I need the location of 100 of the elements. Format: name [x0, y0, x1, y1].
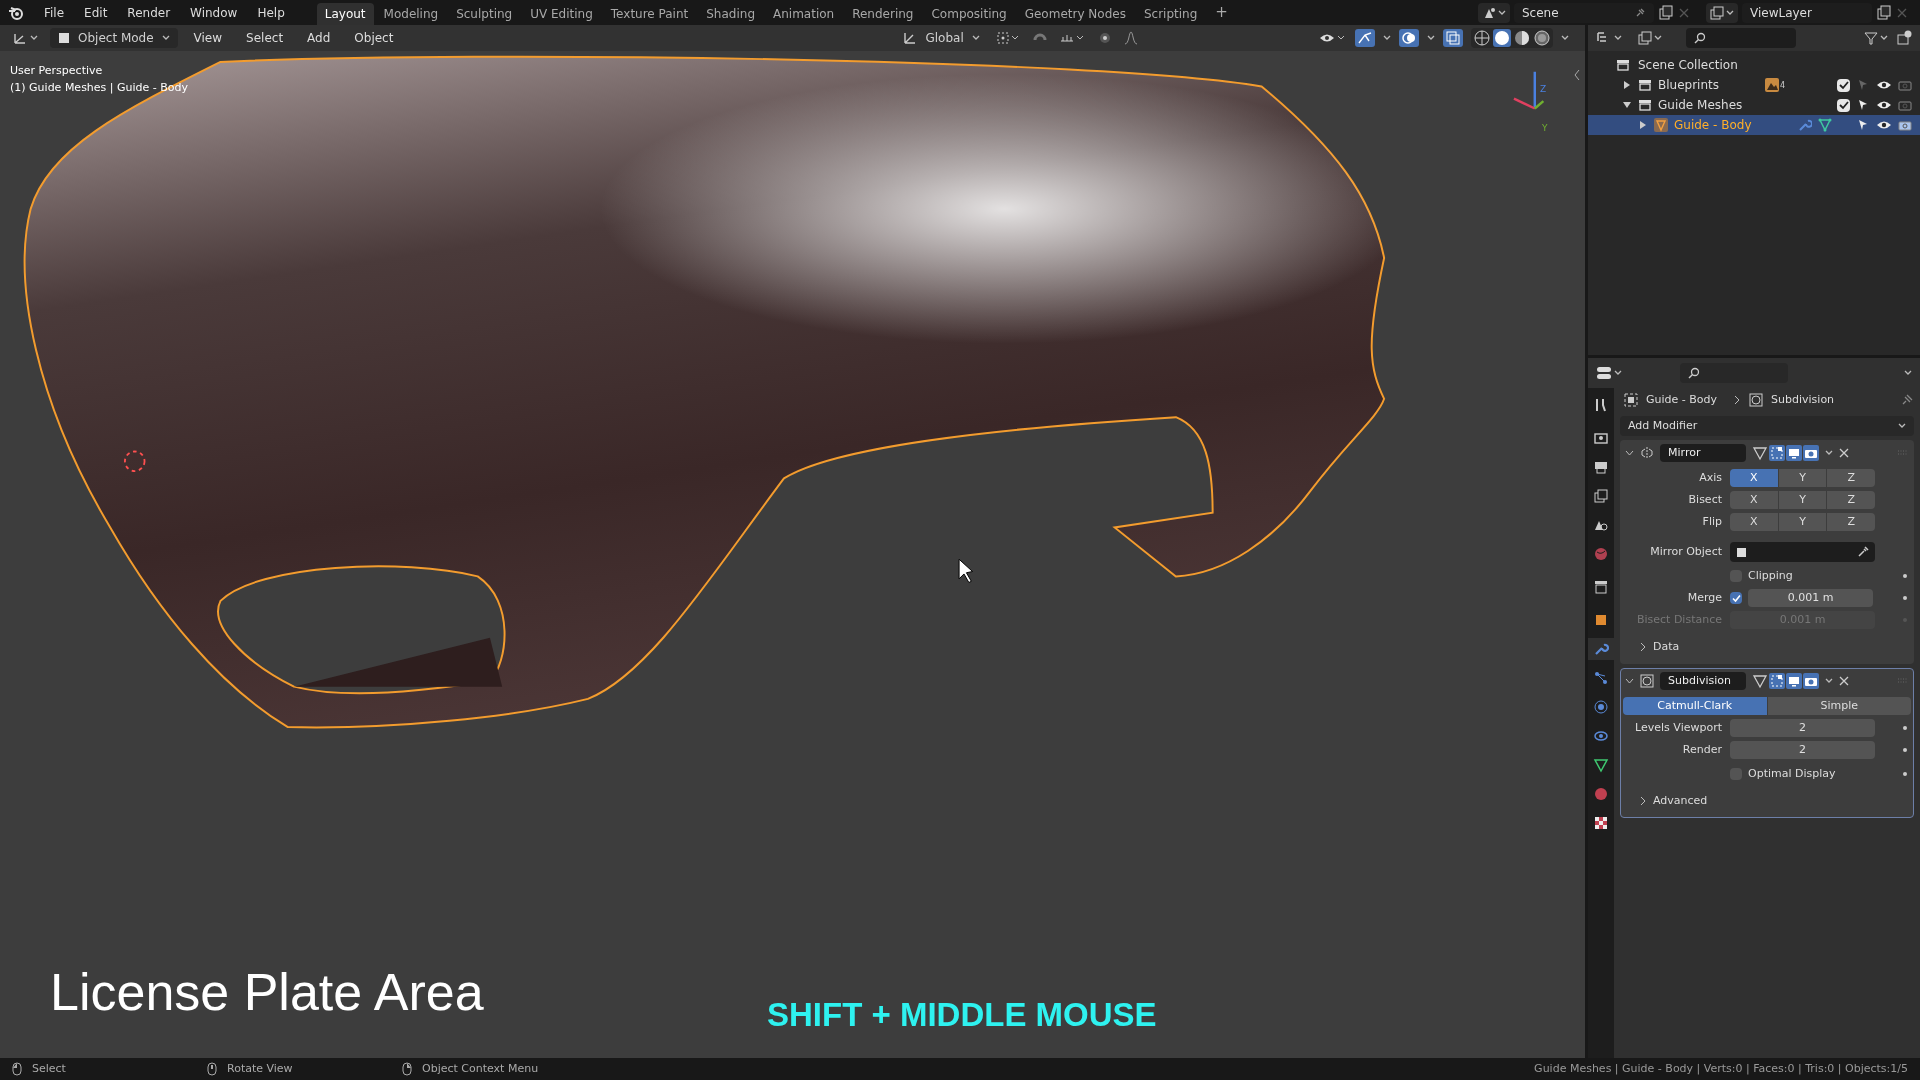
menu-item[interactable]: File — [36, 1, 73, 24]
number-field[interactable]: 2 — [1730, 741, 1875, 759]
viewport-toggle-icon[interactable] — [1786, 673, 1802, 689]
options-button[interactable] — [1904, 370, 1912, 376]
axis-toggle-button[interactable]: X — [1730, 491, 1778, 509]
menu-item[interactable]: Render — [119, 1, 179, 24]
edit-mode-toggle-icon[interactable] — [1752, 445, 1768, 461]
axis-toggle-button[interactable]: Z — [1827, 469, 1875, 487]
exclude-checkbox[interactable] — [1837, 98, 1850, 112]
merge-distance-field[interactable]: 0.001 m — [1748, 589, 1873, 607]
rendered-shading-icon[interactable] — [1533, 29, 1551, 47]
collapsed-arrow-icon[interactable] — [1622, 80, 1632, 90]
solid-shading-icon[interactable] — [1493, 29, 1511, 47]
object-mode-dropdown[interactable]: Object Mode — [50, 28, 178, 48]
menu-item[interactable]: Add — [299, 29, 339, 47]
subpanel-header[interactable]: Data — [1621, 637, 1913, 657]
wireframe-shading-icon[interactable] — [1473, 29, 1491, 47]
exclude-checkbox[interactable] — [1837, 78, 1850, 92]
options-dropdown[interactable] — [1825, 678, 1833, 684]
options-dropdown[interactable] — [1825, 450, 1833, 456]
pivot-icon[interactable] — [995, 31, 1020, 45]
image-stack-icon[interactable] — [1593, 488, 1609, 504]
constraint-icon[interactable] — [1593, 728, 1609, 744]
caret-icon[interactable] — [1427, 35, 1435, 41]
transform-orientation-dropdown[interactable]: Global — [899, 29, 984, 47]
caret-icon[interactable] — [1880, 35, 1888, 41]
workspace-tab[interactable]: Modeling — [375, 3, 447, 25]
render-toggle-icon[interactable] — [1803, 673, 1819, 689]
expanded-chevron-icon[interactable] — [1625, 676, 1634, 686]
axis-toggle-button[interactable]: Z — [1827, 513, 1875, 531]
axis-toggle-button[interactable]: Z — [1827, 491, 1875, 509]
number-field[interactable]: 2 — [1730, 719, 1875, 737]
axis-toggle-button[interactable]: X — [1730, 513, 1778, 531]
axis-toggle-button[interactable]: Y — [1778, 513, 1827, 531]
expanded-arrow-icon[interactable] — [1622, 100, 1632, 110]
gizmo-toggle-icon[interactable] — [1355, 29, 1375, 47]
view-layer-name-field[interactable]: ViewLayer — [1742, 2, 1872, 23]
caret-icon[interactable] — [1561, 35, 1569, 41]
workspace-tab[interactable]: Geometry Nodes — [1016, 3, 1134, 25]
viewport-toggle-icon[interactable] — [1786, 445, 1802, 461]
wrench-icon[interactable] — [1593, 641, 1609, 657]
filter-button[interactable] — [1864, 31, 1888, 45]
workspace-tab[interactable]: Texture Paint — [602, 3, 697, 25]
editor-type-button[interactable] — [1596, 366, 1622, 380]
breadcrumb-item[interactable]: Subdivision — [1771, 391, 1835, 409]
breadcrumb-item[interactable]: Guide - Body — [1646, 391, 1718, 409]
xray-toggle-icon[interactable] — [1443, 29, 1463, 47]
workspace-tab[interactable]: UV Editing — [522, 3, 601, 25]
edit-mode-toggle-icon[interactable] — [1752, 673, 1768, 689]
subpanel-header[interactable]: Advanced — [1621, 791, 1913, 811]
search-field[interactable] — [1680, 363, 1788, 383]
modifier-name-field[interactable]: Mirror — [1660, 444, 1746, 462]
pin-icon[interactable] — [1634, 6, 1646, 19]
caret-icon[interactable] — [1614, 35, 1622, 41]
render-toggle-icon[interactable] — [1803, 445, 1819, 461]
caret-icon[interactable] — [1614, 370, 1622, 376]
camera-icon[interactable] — [1898, 118, 1912, 132]
menu-item[interactable]: Select — [238, 29, 292, 47]
workspace-tab[interactable]: Sculpting — [448, 3, 521, 25]
workspace-tab[interactable]: Animation — [765, 3, 843, 25]
render-icon[interactable] — [1593, 430, 1609, 446]
menu-item[interactable]: Object — [346, 29, 402, 47]
collection-box-icon[interactable] — [1593, 579, 1609, 595]
cage-toggle-icon[interactable] — [1769, 673, 1785, 689]
caret-icon[interactable] — [1726, 9, 1734, 16]
caret-icon[interactable] — [1383, 35, 1391, 41]
workspace-tab[interactable]: Rendering — [844, 3, 922, 25]
scene-name-field[interactable]: Scene — [1514, 2, 1654, 23]
axis-toggle-button[interactable]: Y — [1778, 491, 1827, 509]
mesh-data-icon[interactable] — [1593, 757, 1609, 773]
add-modifier-dropdown[interactable]: Add Modifier — [1620, 416, 1914, 436]
proportional-edit-icon[interactable] — [1097, 31, 1112, 45]
physics-icon[interactable] — [1593, 699, 1609, 715]
workspace-tab[interactable]: Shading — [698, 3, 763, 25]
add-workspace-button[interactable]: + — [1207, 1, 1236, 24]
copy-icon[interactable] — [1658, 4, 1674, 21]
particles-icon[interactable] — [1593, 670, 1609, 686]
caret-icon[interactable] — [30, 35, 38, 41]
new-collection-icon[interactable] — [1896, 30, 1912, 46]
subdivision-type-tab[interactable]: Catmull-Clark — [1623, 697, 1767, 715]
collapsed-arrow-icon[interactable] — [1638, 120, 1648, 130]
view-layer-selector-button[interactable] — [1706, 2, 1738, 23]
menu-item[interactable]: Window — [182, 1, 246, 24]
editor-type-button[interactable] — [1596, 31, 1622, 45]
menu-item[interactable]: Help — [249, 1, 293, 24]
pin-icon[interactable] — [1900, 393, 1914, 407]
workspace-tab[interactable]: Layout — [316, 3, 374, 25]
scene-selector-button[interactable] — [1478, 2, 1510, 23]
menu-item[interactable]: View — [185, 29, 231, 47]
falloff-curve-icon[interactable] — [1123, 31, 1138, 45]
cage-toggle-icon[interactable] — [1769, 445, 1785, 461]
printer-icon[interactable] — [1593, 459, 1609, 475]
caret-icon[interactable] — [1654, 35, 1662, 41]
tree-row[interactable]: Guide Meshes — [1588, 95, 1920, 115]
modifier-name-field[interactable]: Subdivision — [1660, 672, 1746, 690]
caret-icon[interactable] — [161, 35, 170, 41]
subdivision-type-tab[interactable]: Simple — [1767, 697, 1911, 715]
workspace-tab[interactable]: Scripting — [1135, 3, 1206, 25]
checkbox[interactable] — [1730, 592, 1742, 604]
display-mode-button[interactable] — [1638, 31, 1662, 45]
